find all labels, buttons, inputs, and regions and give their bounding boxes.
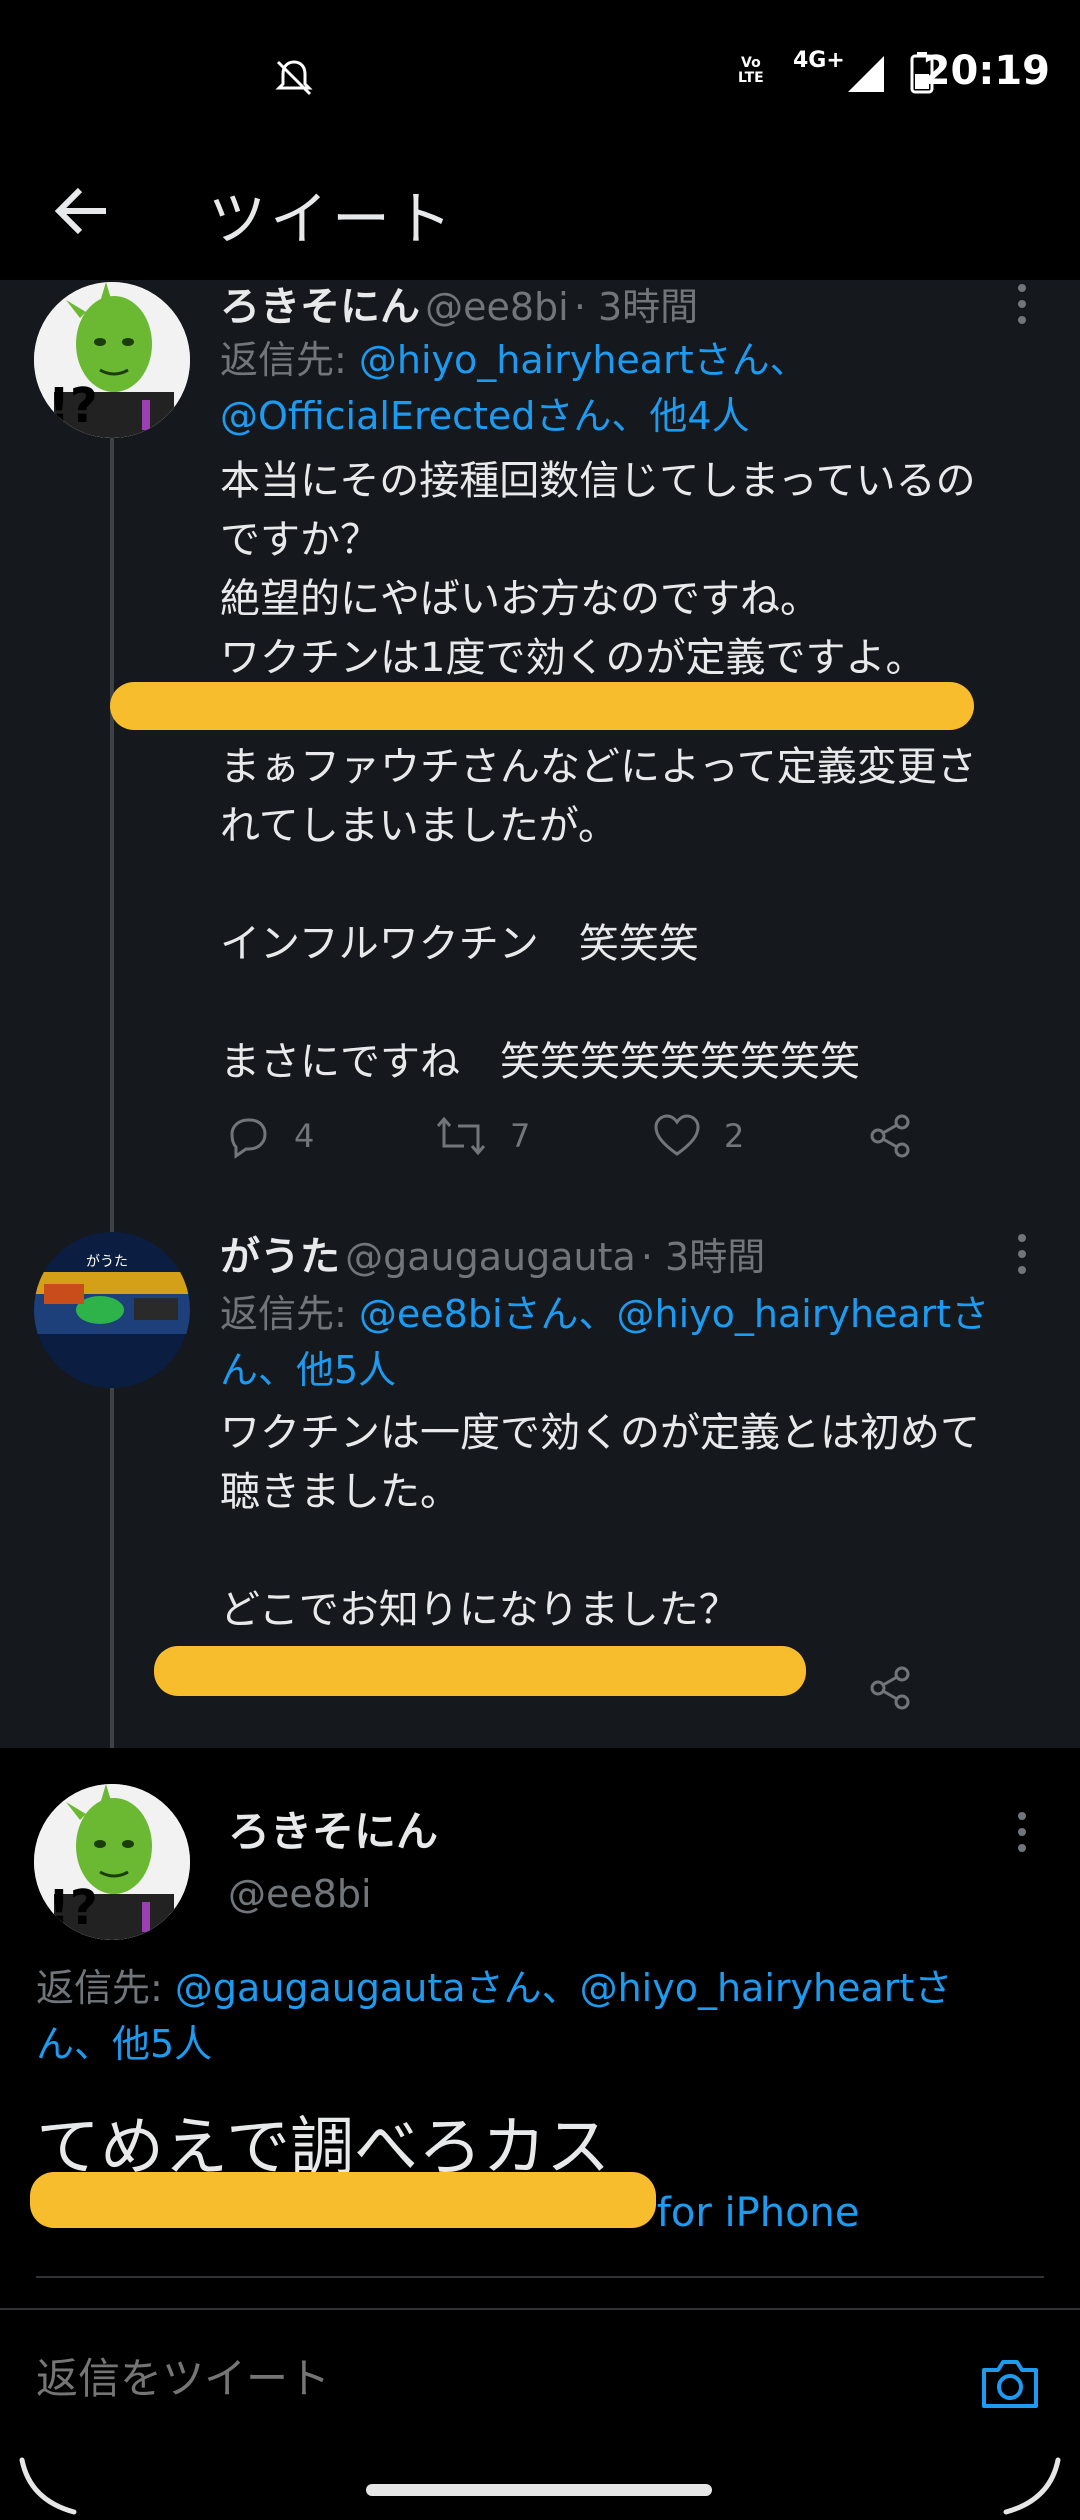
avatar-image: !?: [34, 282, 190, 438]
tweet-text-continued: まぁファウチさんなどによって定義変更さ れてしまいましたが。 インフルワクチン …: [220, 744, 977, 1085]
like-button[interactable]: 2: [652, 1106, 744, 1166]
app-header: ツイート: [0, 150, 1080, 280]
more-options-icon[interactable]: [1012, 280, 1032, 330]
reply-prefix: 返信先:: [36, 1966, 163, 2010]
svg-text:がうた: がうた: [86, 1254, 128, 1270]
thread-context: !? ろきそにん @ee8bi · 3時間 返信先: @hiyo_hairyhe…: [0, 280, 1080, 2020]
avatar[interactable]: がうた: [34, 1232, 190, 1388]
reply-to-line: 返信先: @gaugaugautaさん、@hiyo_hairyheartさ ん、…: [36, 1960, 952, 2072]
reply-mentions-more[interactable]: @OfficialErectedさん、他4人: [220, 394, 750, 438]
reply-prefix: 返信先:: [220, 338, 347, 382]
reply-mentions[interactable]: @ee8biさん、@hiyo_hairyheartさ: [359, 1292, 989, 1336]
more-options-icon[interactable]: [1012, 1230, 1032, 1280]
avatar[interactable]: !?: [34, 1784, 190, 1940]
more-options-icon[interactable]: [1012, 1808, 1032, 1858]
avatar[interactable]: !?: [34, 282, 190, 438]
clock: 20:19: [922, 48, 1050, 94]
reply-to-line: 返信先: @hiyo_hairyheartさん、 @OfficialErecte…: [220, 332, 808, 444]
camera-icon[interactable]: [978, 2356, 1042, 2412]
page-title: ツイート: [208, 185, 457, 253]
reply-mentions-more[interactable]: ん、他5人: [36, 2022, 212, 2066]
share-icon[interactable]: [866, 1664, 914, 1712]
focused-tweet: !? ろきそにん @ee8bi 返信先: @gaugaugautaさん、@hiy…: [0, 1748, 1080, 2308]
reply-composer: [0, 2308, 1080, 2448]
svg-text:!?: !?: [48, 1880, 98, 1936]
reply-mentions[interactable]: @gaugaugautaさん、@hiyo_hairyheartさ: [175, 1966, 952, 2010]
status-bar: Vo LTE 4G+ 20:19: [0, 0, 1080, 150]
reply-button[interactable]: 4: [224, 1106, 314, 1166]
tweet-time: · 3時間: [640, 1235, 766, 1279]
back-gesture-icon[interactable]: [18, 2456, 82, 2516]
signal-icon: [848, 56, 884, 92]
author-name[interactable]: ろきそにん: [220, 284, 420, 330]
reply-prefix: 返信先:: [220, 1292, 347, 1336]
highlight-marker: [154, 1646, 806, 1696]
highlight-marker: [110, 682, 974, 730]
forward-gesture-icon[interactable]: [998, 2456, 1062, 2516]
tweet-text: ワクチンは一度で効くのが定義とは初めて 聴きました。 どこでお知りになりました？: [220, 1410, 980, 1633]
retweet-icon: [436, 1116, 486, 1156]
reply-count: 4: [294, 1117, 315, 1155]
like-count: 2: [724, 1117, 745, 1155]
author-name[interactable]: ろきそにん: [228, 1798, 438, 1859]
reply-icon: [230, 1118, 267, 1159]
volte-indicator: Vo LTE: [738, 55, 764, 86]
author-handle[interactable]: @gaugaugauta: [345, 1235, 636, 1279]
share-icon[interactable]: [866, 1112, 914, 1160]
reply-to-line: 返信先: @ee8biさん、@hiyo_hairyheartさ ん、他5人: [220, 1286, 989, 1398]
retweet-button[interactable]: 7: [434, 1106, 530, 1166]
heart-icon: [654, 1114, 700, 1156]
divider: [36, 2276, 1044, 2278]
reply-mentions-more[interactable]: ん、他5人: [220, 1348, 396, 1392]
back-arrow-icon[interactable]: [48, 176, 118, 246]
avatar-image: がうた: [34, 1232, 190, 1388]
highlight-marker: [30, 2172, 656, 2228]
home-pill[interactable]: [366, 2484, 712, 2496]
author-name[interactable]: がうた: [220, 1234, 340, 1280]
author-handle[interactable]: @ee8bi: [425, 285, 569, 329]
system-nav-bar: [0, 2448, 1080, 2520]
tweet-header: がうた @gaugaugauta · 3時間: [220, 1224, 765, 1282]
reply-input[interactable]: [36, 2354, 936, 2403]
svg-text:!?: !?: [48, 378, 98, 434]
avatar-image: !?: [34, 1784, 190, 1940]
reply-mentions[interactable]: @hiyo_hairyheartさん、: [359, 338, 808, 382]
notifications-off-icon: [275, 60, 313, 96]
tweet-text: 本当にその接種回数信じてしまっているの ですか？ 絶望的にやばいお方なのですね。…: [220, 458, 976, 681]
network-type: 4G+: [793, 48, 845, 73]
author-handle[interactable]: @ee8bi: [228, 1872, 372, 1916]
retweet-count: 7: [510, 1117, 531, 1155]
tweet-header: ろきそにん @ee8bi · 3時間: [220, 274, 698, 332]
tweet-time: · 3時間: [573, 285, 699, 329]
